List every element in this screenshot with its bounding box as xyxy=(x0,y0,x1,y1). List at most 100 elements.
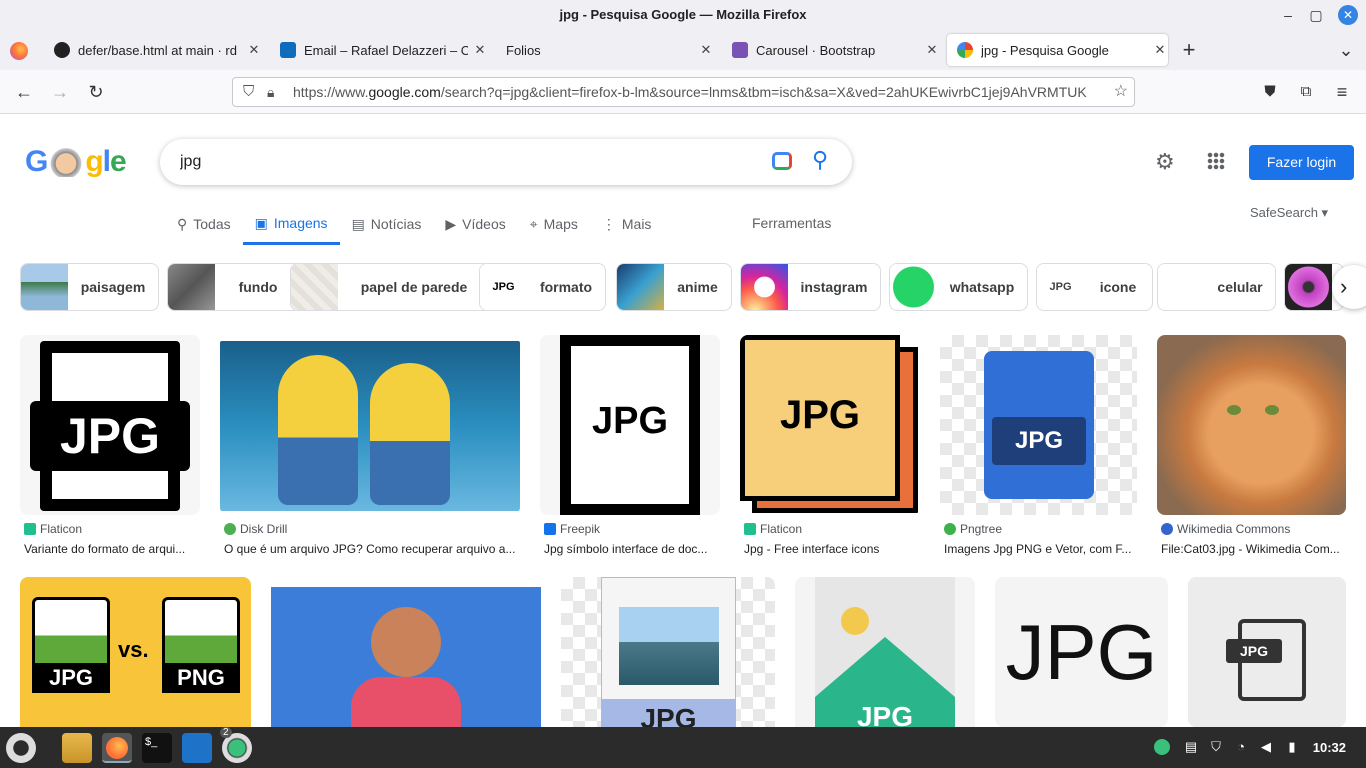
result-image[interactable]: JPG xyxy=(540,335,720,515)
update-manager-icon[interactable] xyxy=(1154,739,1170,755)
result-image[interactable]: JPG xyxy=(940,335,1137,515)
pocket-icon[interactable]: ⛊ xyxy=(1258,80,1282,104)
tab-more[interactable]: ⋮ Mais xyxy=(590,203,664,245)
result-image[interactable] xyxy=(220,335,520,515)
tab-list-button[interactable]: ⌄ xyxy=(1334,38,1358,62)
wifi-icon[interactable]: ◔ xyxy=(1233,739,1249,755)
result-card[interactable]: JPG xyxy=(1188,577,1346,727)
file-manager-icon[interactable] xyxy=(62,733,92,763)
result-card[interactable]: JPG Pngtree Imagens Jpg PNG e Vetor, com… xyxy=(940,335,1137,560)
tab-close-icon[interactable]: ✕ xyxy=(1152,42,1168,58)
minimize-button[interactable]: – xyxy=(1274,0,1302,30)
result-card[interactable]: JPG xyxy=(795,577,975,727)
result-card[interactable]: JPG xyxy=(995,577,1168,727)
result-card[interactable]: JPG Freepik Jpg símbolo interface de doc… xyxy=(540,335,720,560)
lock-icon[interactable]: 🔒︎ xyxy=(267,78,274,106)
safesearch-dropdown[interactable]: SafeSearch ▾ xyxy=(1250,205,1328,221)
result-card[interactable]: Wikimedia Commons File:Cat03.jpg - Wikim… xyxy=(1157,335,1346,560)
url-bar[interactable]: ⛉ 🔒︎ https://www.google.com/search?q=jpg… xyxy=(232,77,1135,107)
menu-button[interactable]: ≡ xyxy=(1330,80,1354,104)
result-image[interactable]: JPG vs. PNG xyxy=(20,577,251,727)
result-title[interactable]: Imagens Jpg PNG e Vetor, com F... xyxy=(944,542,1137,556)
result-card[interactable]: JPG vs. PNG xyxy=(20,577,251,727)
terminal-icon[interactable]: $_ xyxy=(142,733,172,763)
result-image[interactable] xyxy=(271,577,541,727)
search-icon[interactable]: ⚲ xyxy=(812,147,828,173)
new-tab-button[interactable]: + xyxy=(1177,38,1201,62)
tab-bootstrap[interactable]: Carousel · Bootstrap ✕ xyxy=(722,34,940,66)
tab-label: Email – Rafael Delazzeri – O xyxy=(304,42,468,58)
chip-formato[interactable]: JPG formato xyxy=(479,263,606,311)
tab-folios[interactable]: Folios ✕ xyxy=(496,34,714,66)
result-image[interactable]: JPG xyxy=(995,577,1168,727)
tab-videos[interactable]: ▶ Vídeos xyxy=(433,203,517,245)
forward-button[interactable]: → xyxy=(48,80,72,104)
result-image[interactable]: JPG xyxy=(561,577,775,727)
chip-whatsapp[interactable]: whatsapp xyxy=(889,263,1028,311)
tab-maps[interactable]: ⌖ Maps xyxy=(518,203,590,245)
result-card[interactable] xyxy=(271,577,541,727)
result-title[interactable]: Jpg - Free interface icons xyxy=(744,542,920,556)
result-image[interactable]: JPG xyxy=(795,577,975,727)
tab-label: jpg - Pesquisa Google xyxy=(981,42,1109,58)
chip-anime[interactable]: anime xyxy=(616,263,732,311)
xapp-icon[interactable]: 2 xyxy=(220,727,252,763)
result-title[interactable]: O que é um arquivo JPG? Como recuperar a… xyxy=(224,542,520,556)
tab-close-icon[interactable]: ✕ xyxy=(698,42,714,58)
settings-gear-icon[interactable]: ⚙ xyxy=(1155,149,1175,175)
maximize-button[interactable]: ▢ xyxy=(1302,0,1330,30)
tab-google[interactable]: jpg - Pesquisa Google ✕ xyxy=(947,34,1168,66)
result-card[interactable]: JPG xyxy=(561,577,775,727)
result-image[interactable]: JPG xyxy=(1188,577,1346,727)
tab-email[interactable]: Email – Rafael Delazzeri – O ✕ xyxy=(270,34,488,66)
google-logo[interactable]: Ggle xyxy=(25,145,127,179)
result-card[interactable]: Disk Drill O que é um arquivo JPG? Como … xyxy=(220,335,520,560)
result-title[interactable]: Variante do formato de arqui... xyxy=(24,542,200,556)
camera-lens-icon[interactable] xyxy=(772,152,792,170)
extensions-icon[interactable]: ⧉ xyxy=(1294,80,1318,104)
result-card[interactable]: JPG Flaticon Jpg - Free interface icons xyxy=(740,335,920,560)
result-source: Flaticon xyxy=(24,522,82,536)
result-image[interactable]: JPG xyxy=(20,335,200,515)
tab-github[interactable]: defer/base.html at main · rd ✕ xyxy=(44,34,262,66)
volume-icon[interactable]: ◀ xyxy=(1258,739,1274,755)
wikimedia-icon xyxy=(1161,523,1173,535)
tab-close-icon[interactable]: ✕ xyxy=(472,42,488,58)
shield-tray-icon[interactable]: ⛉ xyxy=(1208,739,1224,755)
clock[interactable]: 10:32 xyxy=(1313,727,1346,768)
result-card[interactable]: JPG Flaticon Variante do formato de arqu… xyxy=(20,335,200,560)
result-title[interactable]: Jpg símbolo interface de doc... xyxy=(544,542,720,556)
tab-news[interactable]: ▤ Notícias xyxy=(340,203,434,245)
vscode-icon[interactable] xyxy=(182,733,212,763)
clipboard-icon[interactable]: ▤ xyxy=(1183,739,1199,755)
apps-grid-icon[interactable] xyxy=(1207,152,1225,170)
firefox-taskbar-icon[interactable] xyxy=(102,733,132,763)
chip-celular[interactable]: celular xyxy=(1157,263,1276,311)
back-button[interactable]: ← xyxy=(12,80,36,104)
url-host: google.com xyxy=(368,84,441,100)
chip-icone[interactable]: JPG icone xyxy=(1036,263,1153,311)
close-window-button[interactable]: ✕ xyxy=(1338,5,1358,25)
login-button[interactable]: Fazer login xyxy=(1249,145,1354,180)
reload-button[interactable]: ↻ xyxy=(84,80,108,104)
tab-close-icon[interactable]: ✕ xyxy=(924,42,940,58)
chip-fundo[interactable]: fundo xyxy=(167,263,302,311)
mint-menu-icon[interactable] xyxy=(6,733,36,763)
tools-button[interactable]: Ferramentas xyxy=(752,203,831,243)
result-title[interactable]: File:Cat03.jpg - Wikimedia Com... xyxy=(1161,542,1346,556)
firefox-icon[interactable] xyxy=(10,42,28,60)
shield-icon[interactable]: ⛉ xyxy=(243,78,254,106)
chip-instagram[interactable]: instagram xyxy=(740,263,881,311)
result-source: Freepik xyxy=(544,522,600,536)
chip-paisagem[interactable]: paisagem xyxy=(20,263,159,311)
tab-close-icon[interactable]: ✕ xyxy=(246,42,262,58)
bookmark-star-icon[interactable]: ☆ xyxy=(1109,78,1128,106)
tab-all[interactable]: ⚲ Todas xyxy=(165,203,243,245)
tab-images[interactable]: ▣ Imagens xyxy=(242,203,340,245)
search-input[interactable] xyxy=(180,139,760,185)
result-source: Disk Drill xyxy=(224,522,287,536)
battery-icon[interactable]: ▮ xyxy=(1284,739,1300,755)
result-image[interactable]: JPG xyxy=(740,335,920,515)
chip-papel-de-parede[interactable]: papel de parede xyxy=(290,263,491,311)
result-image[interactable] xyxy=(1157,335,1346,515)
